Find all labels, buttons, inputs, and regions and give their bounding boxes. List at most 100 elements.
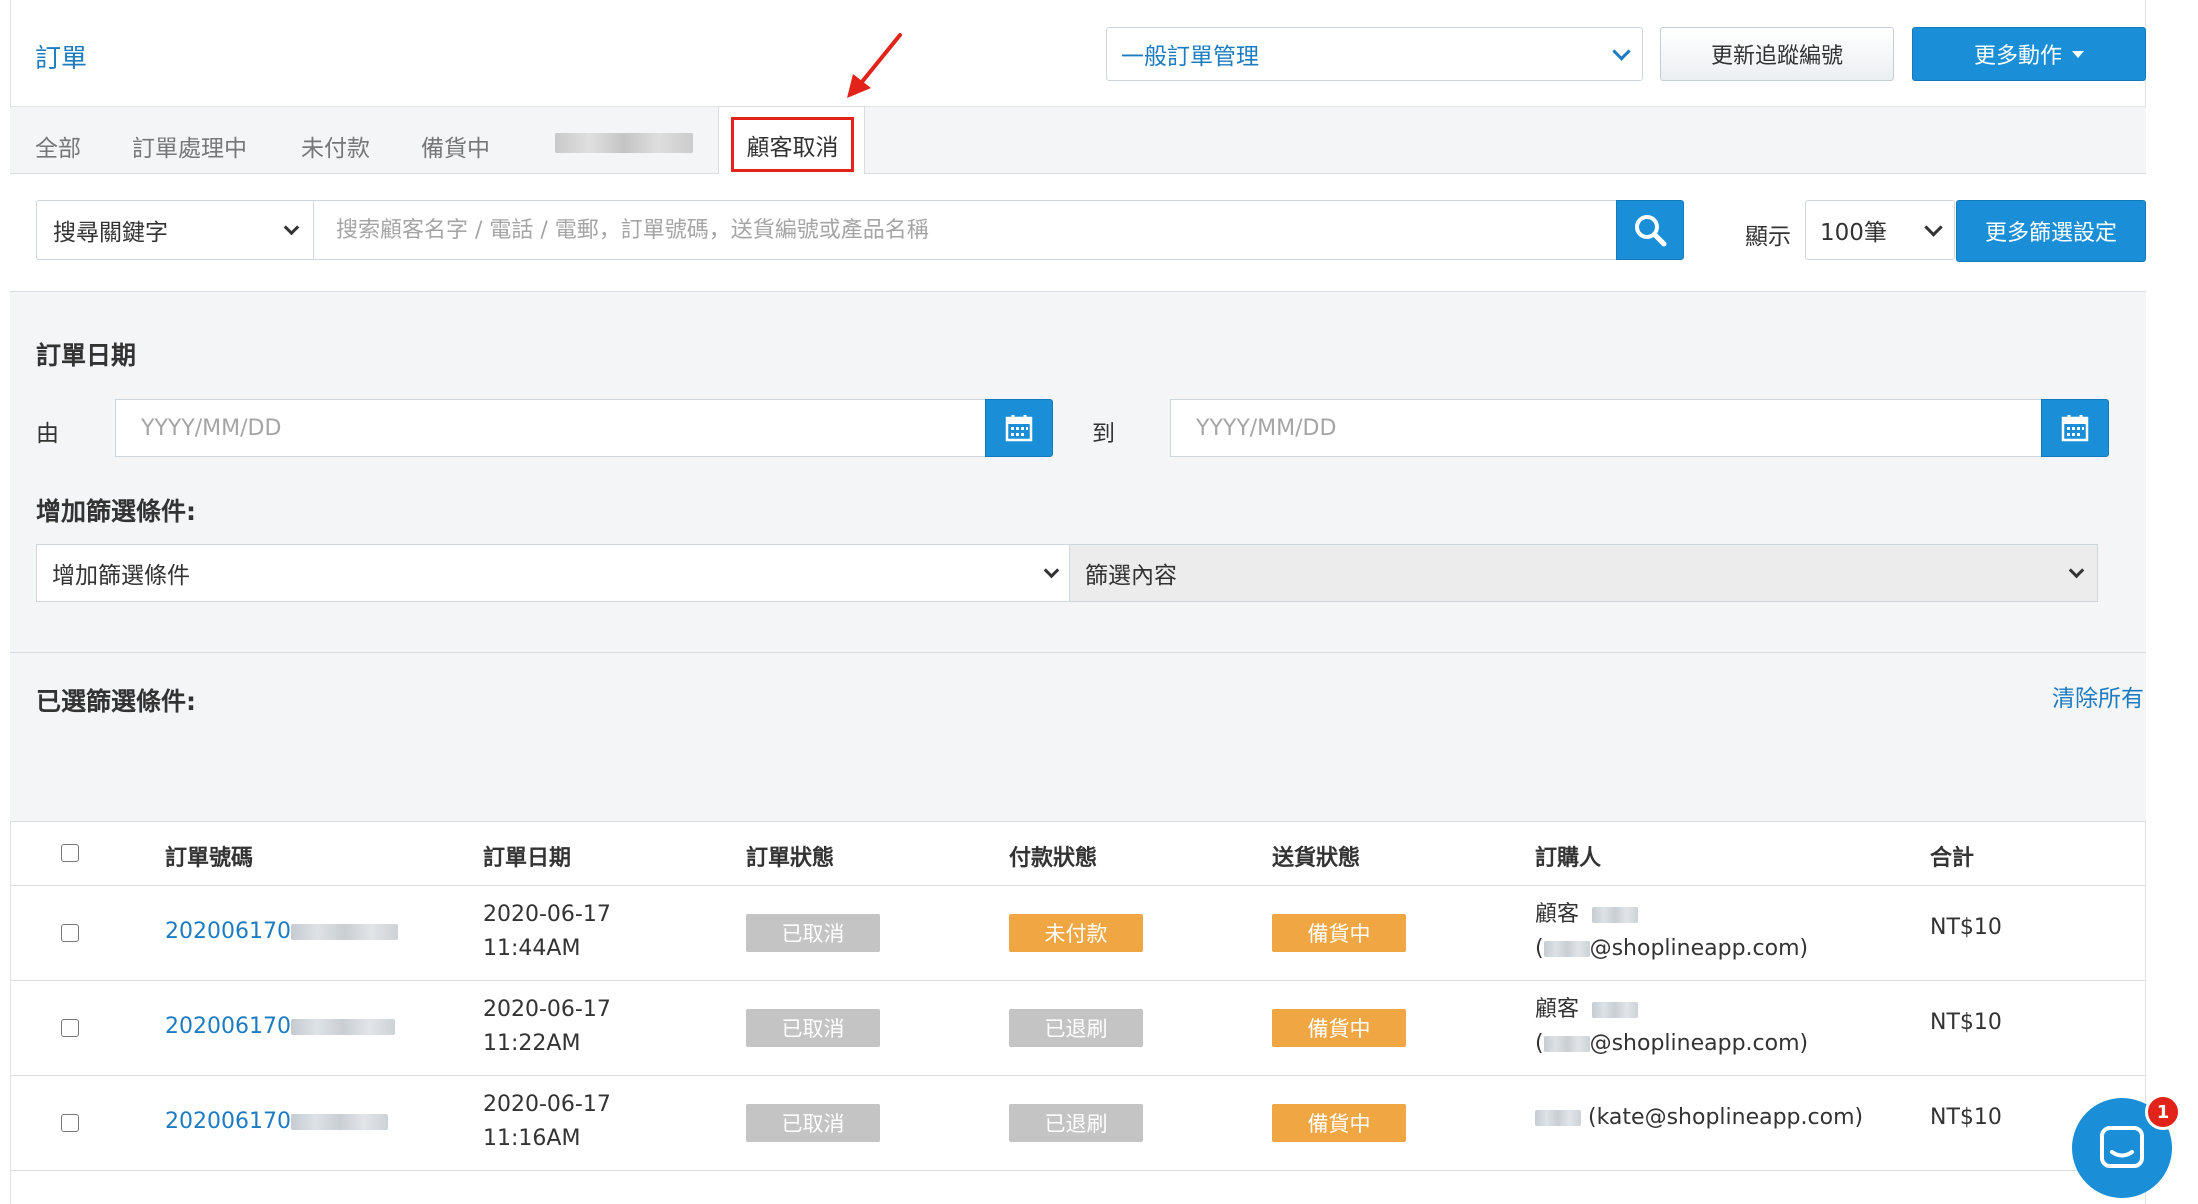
tab-all[interactable]: 全部 — [35, 129, 81, 163]
redacted-text — [1592, 907, 1639, 923]
page-title: 訂單 — [35, 44, 88, 74]
order-time: 11:16AM — [483, 1126, 581, 1151]
search-input[interactable] — [313, 200, 1617, 260]
add-condition-title: 增加篩選條件: — [36, 497, 196, 526]
add-condition-select[interactable]: 增加篩選條件 — [36, 544, 1073, 602]
chevron-down-icon — [1924, 217, 1943, 237]
order-number-link[interactable]: 202006170 — [165, 919, 398, 944]
more-actions-label: 更多動作 — [1973, 44, 2062, 69]
select-all-checkbox[interactable] — [61, 844, 79, 862]
header-order-date: 訂單日期 — [483, 846, 572, 871]
status-badge: 已取消 — [746, 914, 880, 952]
order-date: 2020-06-17 — [483, 997, 611, 1022]
order-number-link[interactable]: 202006170 — [165, 1014, 395, 1039]
order-number-text: 202006170 — [165, 1014, 291, 1039]
chat-notification-badge: 1 — [2145, 1094, 2181, 1130]
header-order-status: 訂單狀態 — [746, 846, 835, 871]
tab-preparing[interactable]: 備貨中 — [421, 129, 490, 163]
chevron-down-icon — [283, 219, 300, 235]
customer-email: (kate@shoplineapp.com) — [1588, 1105, 1864, 1130]
header-customer: 訂購人 — [1535, 846, 1602, 871]
update-tracking-button[interactable]: 更新追蹤編號 — [1660, 27, 1894, 81]
status-badge: 已取消 — [746, 1009, 880, 1047]
chevron-down-icon — [1043, 562, 1060, 578]
order-type-value: 一般訂單管理 — [1121, 44, 1259, 70]
to-label: 到 — [1092, 421, 1115, 447]
row-checkbox[interactable] — [61, 924, 79, 942]
header-payment-status: 付款狀態 — [1009, 846, 1098, 871]
order-time: 11:44AM — [483, 936, 581, 961]
more-actions-button[interactable]: 更多動作 — [1912, 27, 2146, 81]
clear-all-link[interactable]: 清除所有 — [2052, 679, 2144, 713]
order-number-link[interactable]: 202006170 — [165, 1109, 388, 1134]
order-total: NT$10 — [1930, 1010, 2002, 1035]
status-badge: 已退刷 — [1009, 1009, 1143, 1047]
search-field-select[interactable]: 搜尋關鍵字 — [36, 200, 314, 260]
status-badge: 備貨中 — [1272, 1009, 1406, 1047]
header-order-no: 訂單號碼 — [165, 846, 254, 871]
status-badge: 已取消 — [746, 1104, 880, 1142]
from-label: 由 — [36, 421, 59, 447]
customer-name: 顧客 — [1535, 997, 1580, 1022]
order-type-select[interactable]: 一般訂單管理 — [1106, 27, 1643, 81]
filter-panel: 訂單日期 由 到 增加篩選條件: 增加篩選條件 篩選內容 已選篩選條件: 清除所… — [10, 292, 2146, 822]
tab-customer-cancelled[interactable]: 顧客取消 — [718, 106, 865, 176]
customer-name: 顧客 — [1535, 902, 1580, 927]
row-checkbox[interactable] — [61, 1114, 79, 1132]
red-arrow-icon — [847, 33, 902, 98]
redacted-text — [1543, 941, 1590, 957]
status-badge: 未付款 — [1009, 914, 1143, 952]
customer-info: 顧客 (@shoplineapp.com) — [1535, 902, 1809, 961]
more-filters-button[interactable]: 更多篩選設定 — [1956, 200, 2146, 262]
tab-processing[interactable]: 訂單處理中 — [132, 129, 247, 163]
per-page-select[interactable]: 100筆 — [1805, 200, 1955, 260]
search-field-value: 搜尋關鍵字 — [53, 220, 168, 246]
from-calendar-button[interactable] — [985, 399, 1053, 457]
customer-info: (kate@shoplineapp.com) — [1535, 1105, 1863, 1130]
customer-info: 顧客 (@shoplineapp.com) — [1535, 997, 1809, 1056]
order-datetime: 2020-06-17 11:44AM — [483, 898, 611, 966]
status-badge: 已退刷 — [1009, 1104, 1143, 1142]
calendar-icon — [2061, 415, 2089, 442]
status-badge: 備貨中 — [1272, 914, 1406, 952]
customer-email: @shoplineapp.com) — [1589, 936, 1809, 961]
condition-content-select[interactable]: 篩選內容 — [1069, 544, 2098, 602]
tab-customer-cancelled-label: 顧客取消 — [746, 134, 839, 161]
order-date: 2020-06-17 — [483, 1092, 611, 1117]
search-icon — [1635, 215, 1667, 247]
table-row: 202006170 2020-06-17 11:22AM 已取消 已退刷 備貨中… — [10, 981, 2146, 1076]
customer-email: @shoplineapp.com) — [1589, 1031, 1809, 1056]
order-datetime: 2020-06-17 11:22AM — [483, 993, 611, 1061]
redacted-text — [1592, 1002, 1639, 1018]
tab-highlight-box: 顧客取消 — [731, 117, 854, 172]
to-date-input[interactable] — [1170, 399, 2052, 457]
per-page-value: 100筆 — [1820, 220, 1887, 246]
redacted-text — [290, 1113, 388, 1130]
row-checkbox[interactable] — [61, 1019, 79, 1037]
to-calendar-button[interactable] — [2041, 399, 2109, 457]
tab-redacted[interactable] — [555, 133, 693, 153]
add-condition-value: 增加篩選條件 — [52, 563, 190, 589]
search-button[interactable] — [1616, 200, 1684, 260]
caret-down-icon — [2072, 50, 2084, 58]
redacted-text — [1535, 1110, 1581, 1126]
condition-content-value: 篩選內容 — [1085, 563, 1177, 589]
orders-table: 訂單號碼 訂單日期 訂單狀態 付款狀態 送貨狀態 訂購人 合計 20200617… — [10, 822, 2146, 1171]
status-badge: 備貨中 — [1272, 1104, 1406, 1142]
show-label: 顯示 — [1745, 224, 1791, 250]
redacted-text — [1543, 1036, 1590, 1052]
order-time: 11:22AM — [483, 1031, 581, 1056]
calendar-icon — [1005, 415, 1033, 442]
order-total: NT$10 — [1930, 915, 2002, 940]
filter-divider — [10, 652, 2146, 653]
order-number-text: 202006170 — [165, 919, 291, 944]
chevron-down-icon — [1612, 41, 1631, 61]
search-bar: 搜尋關鍵字 顯示 100筆 更多篩選設定 — [10, 174, 2146, 292]
table-row: 202006170 2020-06-17 11:44AM 已取消 未付款 備貨中… — [10, 886, 2146, 981]
redacted-text — [290, 923, 398, 940]
chat-icon — [2100, 1126, 2144, 1168]
tab-unpaid[interactable]: 未付款 — [301, 129, 370, 163]
from-date-input[interactable] — [115, 399, 996, 457]
redacted-text — [290, 1018, 395, 1035]
table-row: 202006170 2020-06-17 11:16AM 已取消 已退刷 備貨中… — [10, 1076, 2146, 1171]
